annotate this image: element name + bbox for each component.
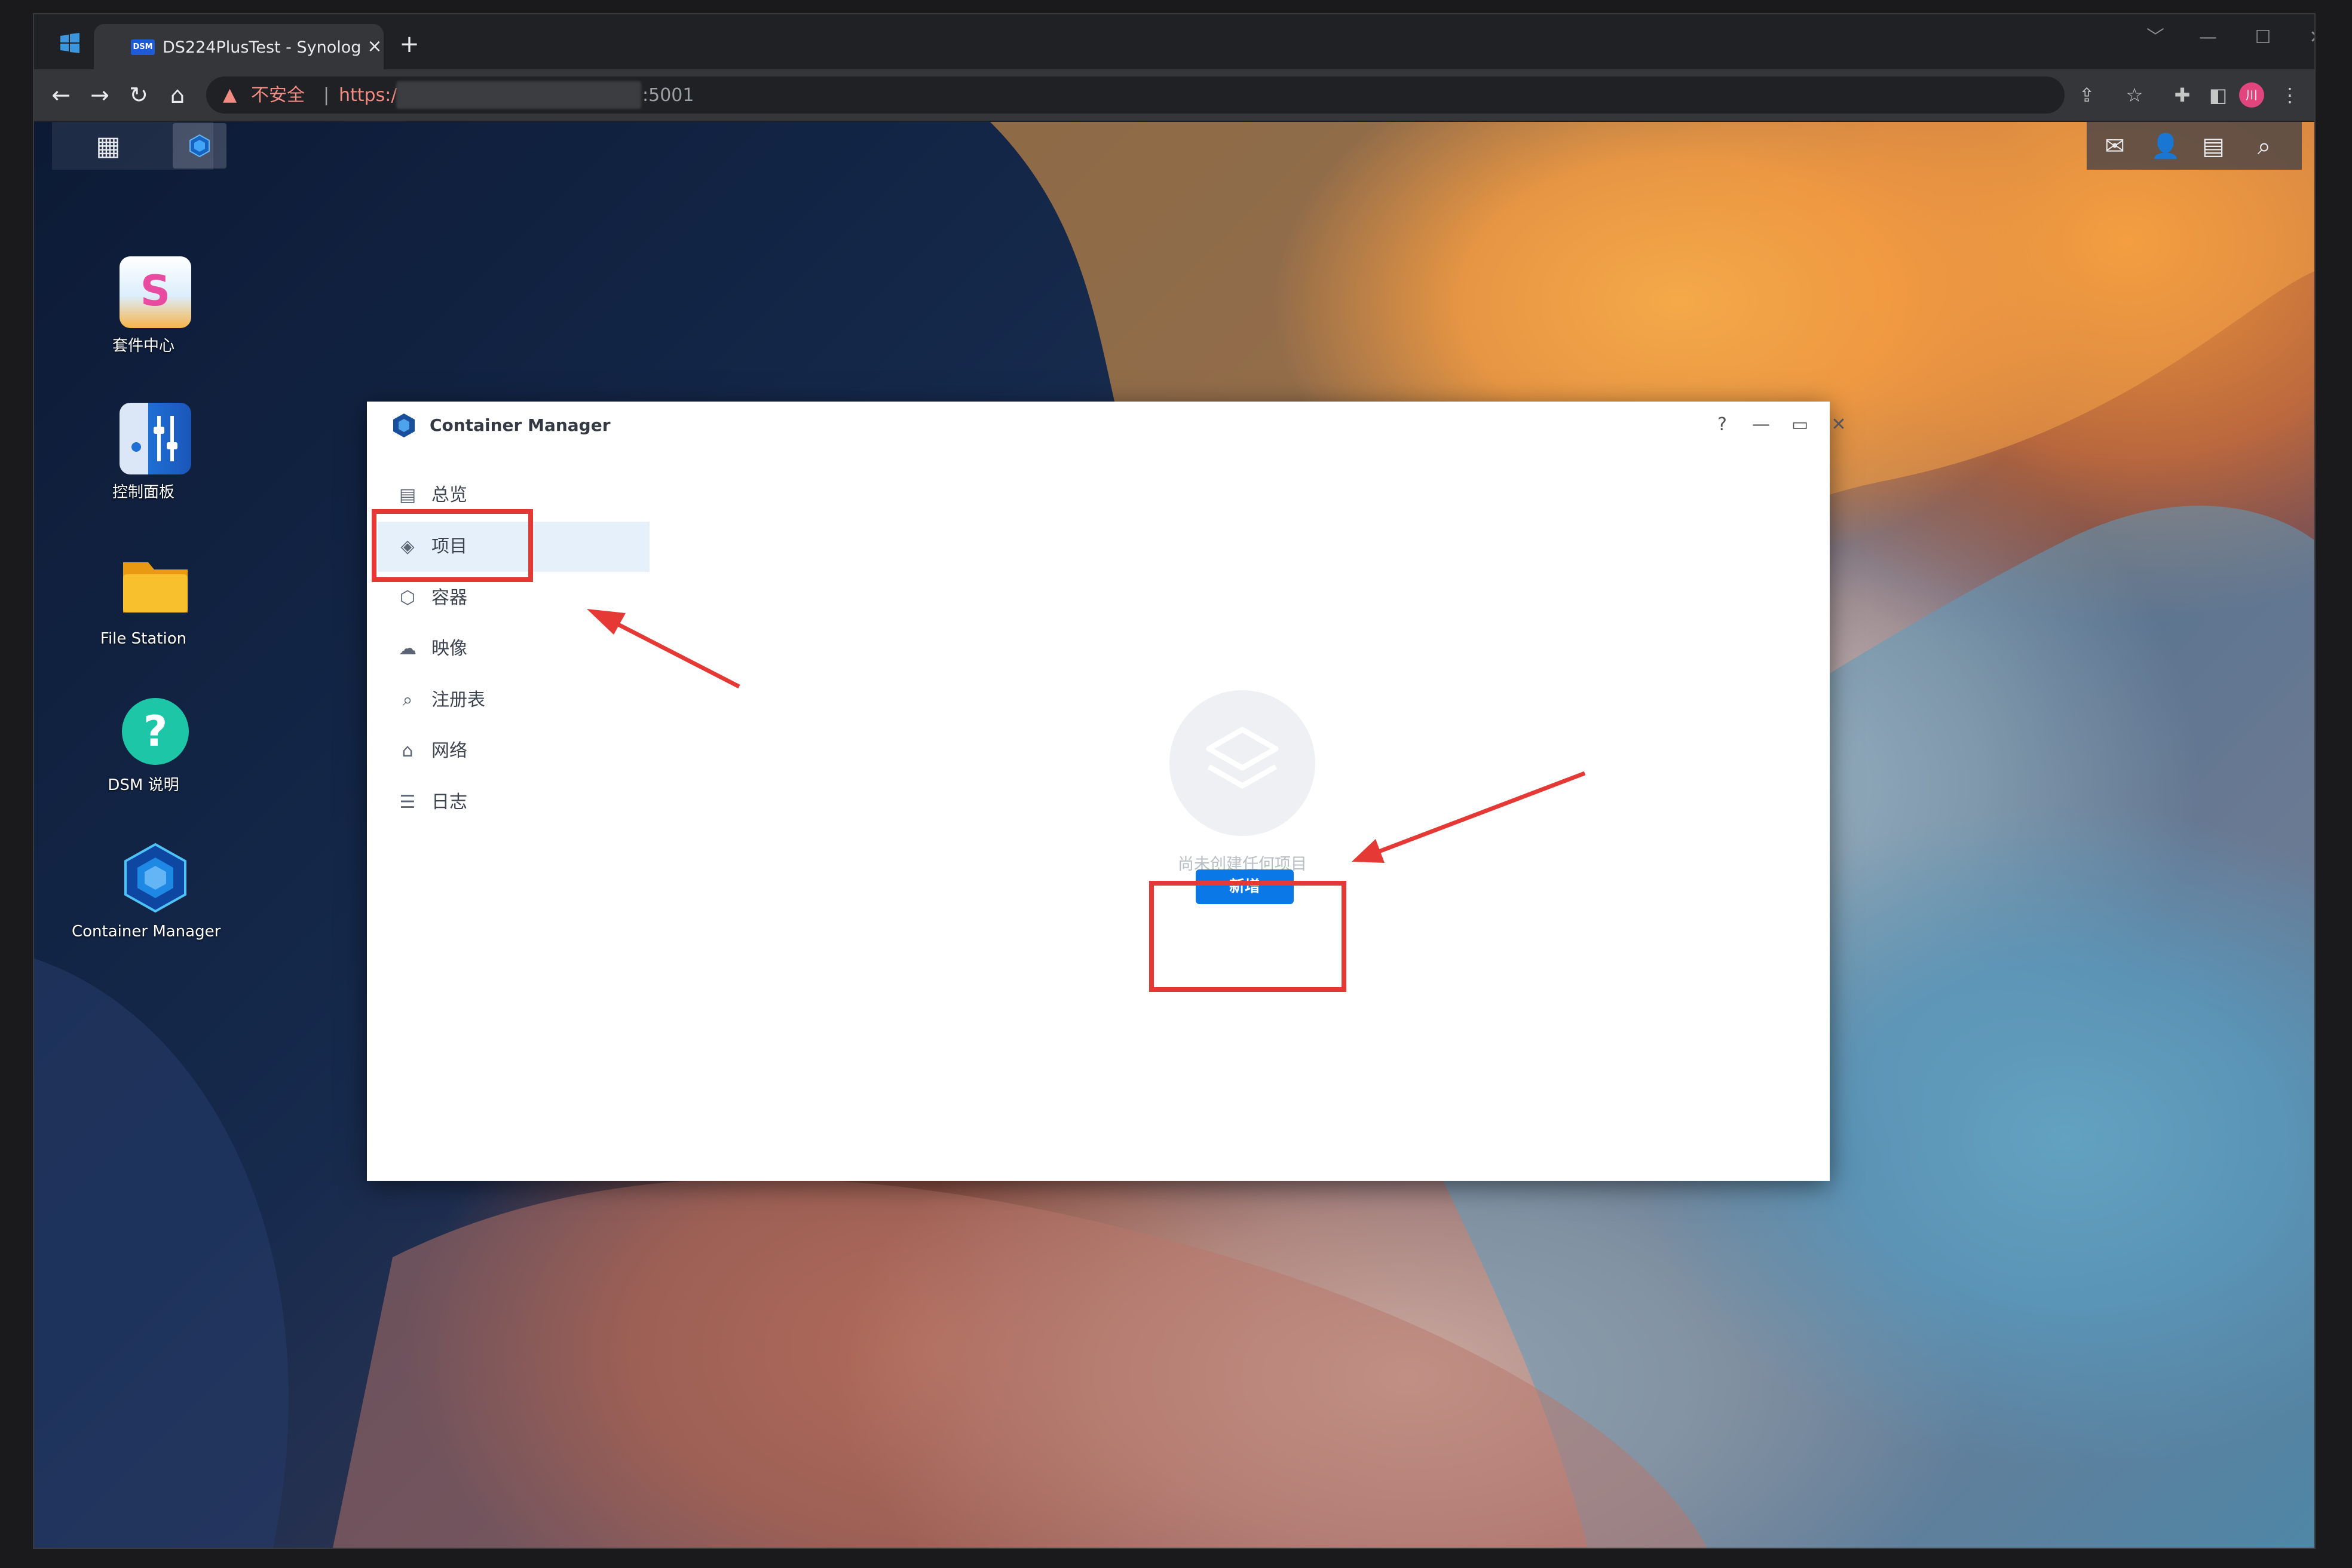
widgets-icon[interactable]: ▤	[2197, 130, 2230, 163]
redacted-host	[396, 81, 641, 109]
image-cloud-icon: ☁	[399, 638, 416, 659]
browser-tab[interactable]: DSM DS224PlusTest - Synology NAS ×	[94, 24, 384, 69]
sidebar-item-label: 总览	[431, 485, 467, 506]
desktop-icon-label: DSM 说明	[108, 776, 179, 794]
svg-text:S: S	[140, 267, 170, 316]
overview-icon: ▤	[399, 485, 416, 506]
annotation-box-add	[1149, 881, 1346, 992]
profile-avatar[interactable]: 川	[2239, 82, 2264, 108]
taskbar-container-manager-button[interactable]	[173, 123, 226, 169]
address-bar[interactable]: ▲ 不安全 | https:/ :5001	[206, 76, 2065, 114]
window-close-button[interactable]: ✕	[2299, 23, 2314, 53]
dsm-desktop: ▦ ✉ 👤 ▤ ⌕ S 套件中心 控制面板 File Station ? DSM…	[34, 122, 2314, 1548]
window-title: Container Manager	[430, 415, 611, 435]
side-panel-icon[interactable]: ◧	[2203, 80, 2233, 110]
annotation-box-project	[372, 509, 533, 582]
tab-search-icon[interactable]: ﹀	[2137, 23, 2173, 53]
registry-icon: ⌕	[402, 690, 413, 710]
network-icon: ⌂	[402, 740, 414, 761]
url-scheme: https:/	[339, 85, 397, 106]
sidebar-item-label: 容器	[431, 587, 467, 608]
sidebar-item-network[interactable]: ⌂ 网络	[378, 726, 650, 776]
extensions-icon[interactable]: ✚	[2167, 80, 2197, 110]
share-icon[interactable]: ⇪	[2072, 80, 2102, 110]
container-icon: ⬡	[399, 587, 416, 608]
url-port: :5001	[642, 85, 694, 106]
user-icon[interactable]: 👤	[2149, 130, 2182, 163]
maximize-button[interactable]: ▭	[1786, 411, 1814, 439]
empty-state-badge	[1169, 690, 1315, 836]
browser-menu-icon[interactable]: ⋮	[2275, 80, 2305, 110]
search-icon[interactable]: ⌕	[2248, 130, 2280, 163]
package-center-icon: S	[120, 256, 191, 328]
url-separator: |	[323, 85, 330, 106]
desktop-icon-package-center[interactable]: S 套件中心	[84, 256, 203, 376]
close-button[interactable]: ✕	[1825, 411, 1852, 439]
control-panel-icon	[120, 403, 191, 474]
desktop-icon-label: 套件中心	[112, 337, 174, 355]
window-maximize-button[interactable]: ☐	[2245, 23, 2281, 53]
log-icon: ☰	[399, 792, 416, 813]
browser-toolbar: ← → ↻ ⌂ ▲ 不安全 | https:/ :5001 ⇪ ☆ ✚ ◧ 川 …	[34, 69, 2314, 121]
desktop-icon-label: Container Manager	[72, 923, 221, 941]
file-station-icon	[120, 549, 191, 621]
reload-button[interactable]: ↻	[124, 80, 154, 110]
svg-text:?: ?	[143, 707, 168, 756]
tab-close-icon[interactable]: ×	[363, 35, 387, 59]
sidebar-item-label: 日志	[431, 792, 467, 813]
desktop-icon-label: 控制面板	[112, 483, 174, 501]
container-manager-icon	[189, 134, 210, 158]
window-title-bar[interactable]: Container Manager ? — ▭ ✕	[367, 402, 1846, 450]
sidebar-item-label: 注册表	[431, 690, 485, 710]
forward-button[interactable]: →	[85, 80, 115, 110]
browser-window: DSM DS224PlusTest - Synology NAS × + ﹀ —…	[33, 13, 2316, 1549]
window-minimize-button[interactable]: —	[2190, 23, 2226, 53]
home-button[interactable]: ⌂	[163, 80, 192, 110]
bookmark-star-icon[interactable]: ☆	[2120, 80, 2149, 110]
container-manager-icon	[120, 842, 191, 914]
not-secure-label[interactable]: 不安全	[251, 84, 323, 108]
sidebar-item-image[interactable]: ☁ 映像	[378, 624, 650, 674]
container-manager-window: Container Manager ? — ▭ ✕ ▤ 总览 ◈ 项目 ⬡ 容器	[367, 402, 1846, 1181]
back-button[interactable]: ←	[46, 80, 76, 110]
desktop-icon-container-manager[interactable]: Container Manager	[72, 842, 220, 961]
dsm-favicon-icon: DSM	[131, 39, 155, 55]
desktop-icon-file-station[interactable]: File Station	[84, 549, 203, 669]
tab-strip: DSM DS224PlusTest - Synology NAS × + ﹀ —…	[34, 14, 2314, 69]
sidebar-item-label: 网络	[431, 740, 467, 761]
main-menu-icon[interactable]: ▦	[91, 129, 125, 164]
dsm-help-icon: ?	[120, 696, 191, 767]
minimize-button[interactable]: —	[1747, 411, 1775, 439]
desktop-icon-label: File Station	[100, 630, 187, 648]
main-content: 尚未创建任何项目 新增	[660, 449, 1830, 1181]
sidebar-item-registry[interactable]: ⌕ 注册表	[378, 675, 650, 725]
container-manager-logo-icon	[391, 412, 417, 439]
tab-title: DS224PlusTest - Synology NAS	[163, 38, 360, 57]
desktop-icon-dsm-help[interactable]: ? DSM 说明	[84, 696, 203, 815]
system-tray: ✉ 👤 ▤ ⌕	[2087, 122, 2302, 170]
notifications-icon[interactable]: ✉	[2099, 130, 2131, 163]
help-button[interactable]: ?	[1708, 411, 1736, 439]
layers-icon	[1206, 727, 1279, 789]
warning-icon[interactable]: ▲	[223, 85, 243, 105]
new-tab-button[interactable]: +	[396, 32, 423, 60]
sidebar-item-log[interactable]: ☰ 日志	[378, 777, 650, 828]
desktop-icon-control-panel[interactable]: 控制面板	[84, 403, 203, 522]
windows-logo-icon[interactable]	[58, 31, 82, 55]
sidebar-item-label: 映像	[431, 638, 467, 659]
